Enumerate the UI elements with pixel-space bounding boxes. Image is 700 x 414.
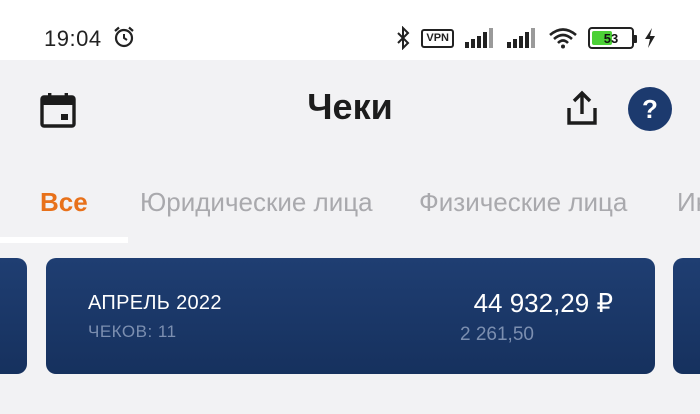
tab-individuals[interactable]: Физические лица (419, 187, 627, 218)
month-card-previous[interactable] (0, 258, 27, 374)
battery-level: 53 (603, 30, 619, 46)
month-cards: АПРЕЛЬ 2022 ЧЕКОВ: 11 44 932,29 ₽ 2 261,… (0, 258, 700, 374)
status-icons: VPN 53 (395, 24, 656, 52)
share-button[interactable] (560, 86, 604, 130)
vpn-icon: VPN (421, 28, 454, 48)
card-total-amount: 44 932,29 ₽ (473, 288, 613, 318)
tab-all[interactable]: Все (40, 187, 88, 218)
status-time: 19:04 (44, 26, 102, 51)
alarm-icon (114, 26, 134, 48)
help-icon: ? (642, 93, 658, 124)
bluetooth-icon (397, 26, 410, 50)
card-month: АПРЕЛЬ 2022 (88, 292, 222, 314)
status-bar: 19:04 VPN 53 (0, 0, 700, 60)
tab-bar: Все Юридические лица Физические лица Ин (0, 160, 700, 245)
signal-icon (465, 28, 493, 48)
signal-icon (507, 28, 535, 48)
tab-indicator (0, 237, 128, 243)
charging-icon (645, 28, 655, 48)
card-sub-amount: 2 261,50 (460, 324, 534, 345)
share-icon (567, 90, 597, 125)
battery-icon: 53 (588, 27, 637, 49)
tab-legal-entities[interactable]: Юридические лица (140, 187, 373, 218)
card-receipt-count: ЧЕКОВ: 11 (88, 322, 177, 341)
month-card-next[interactable] (673, 258, 700, 374)
wifi-icon (549, 28, 577, 49)
month-card[interactable]: АПРЕЛЬ 2022 ЧЕКОВ: 11 44 932,29 ₽ 2 261,… (46, 258, 655, 374)
tab-more[interactable]: Ин (677, 187, 700, 218)
help-button[interactable]: ? (628, 87, 672, 131)
app-bar: Чеки ? (0, 60, 700, 160)
